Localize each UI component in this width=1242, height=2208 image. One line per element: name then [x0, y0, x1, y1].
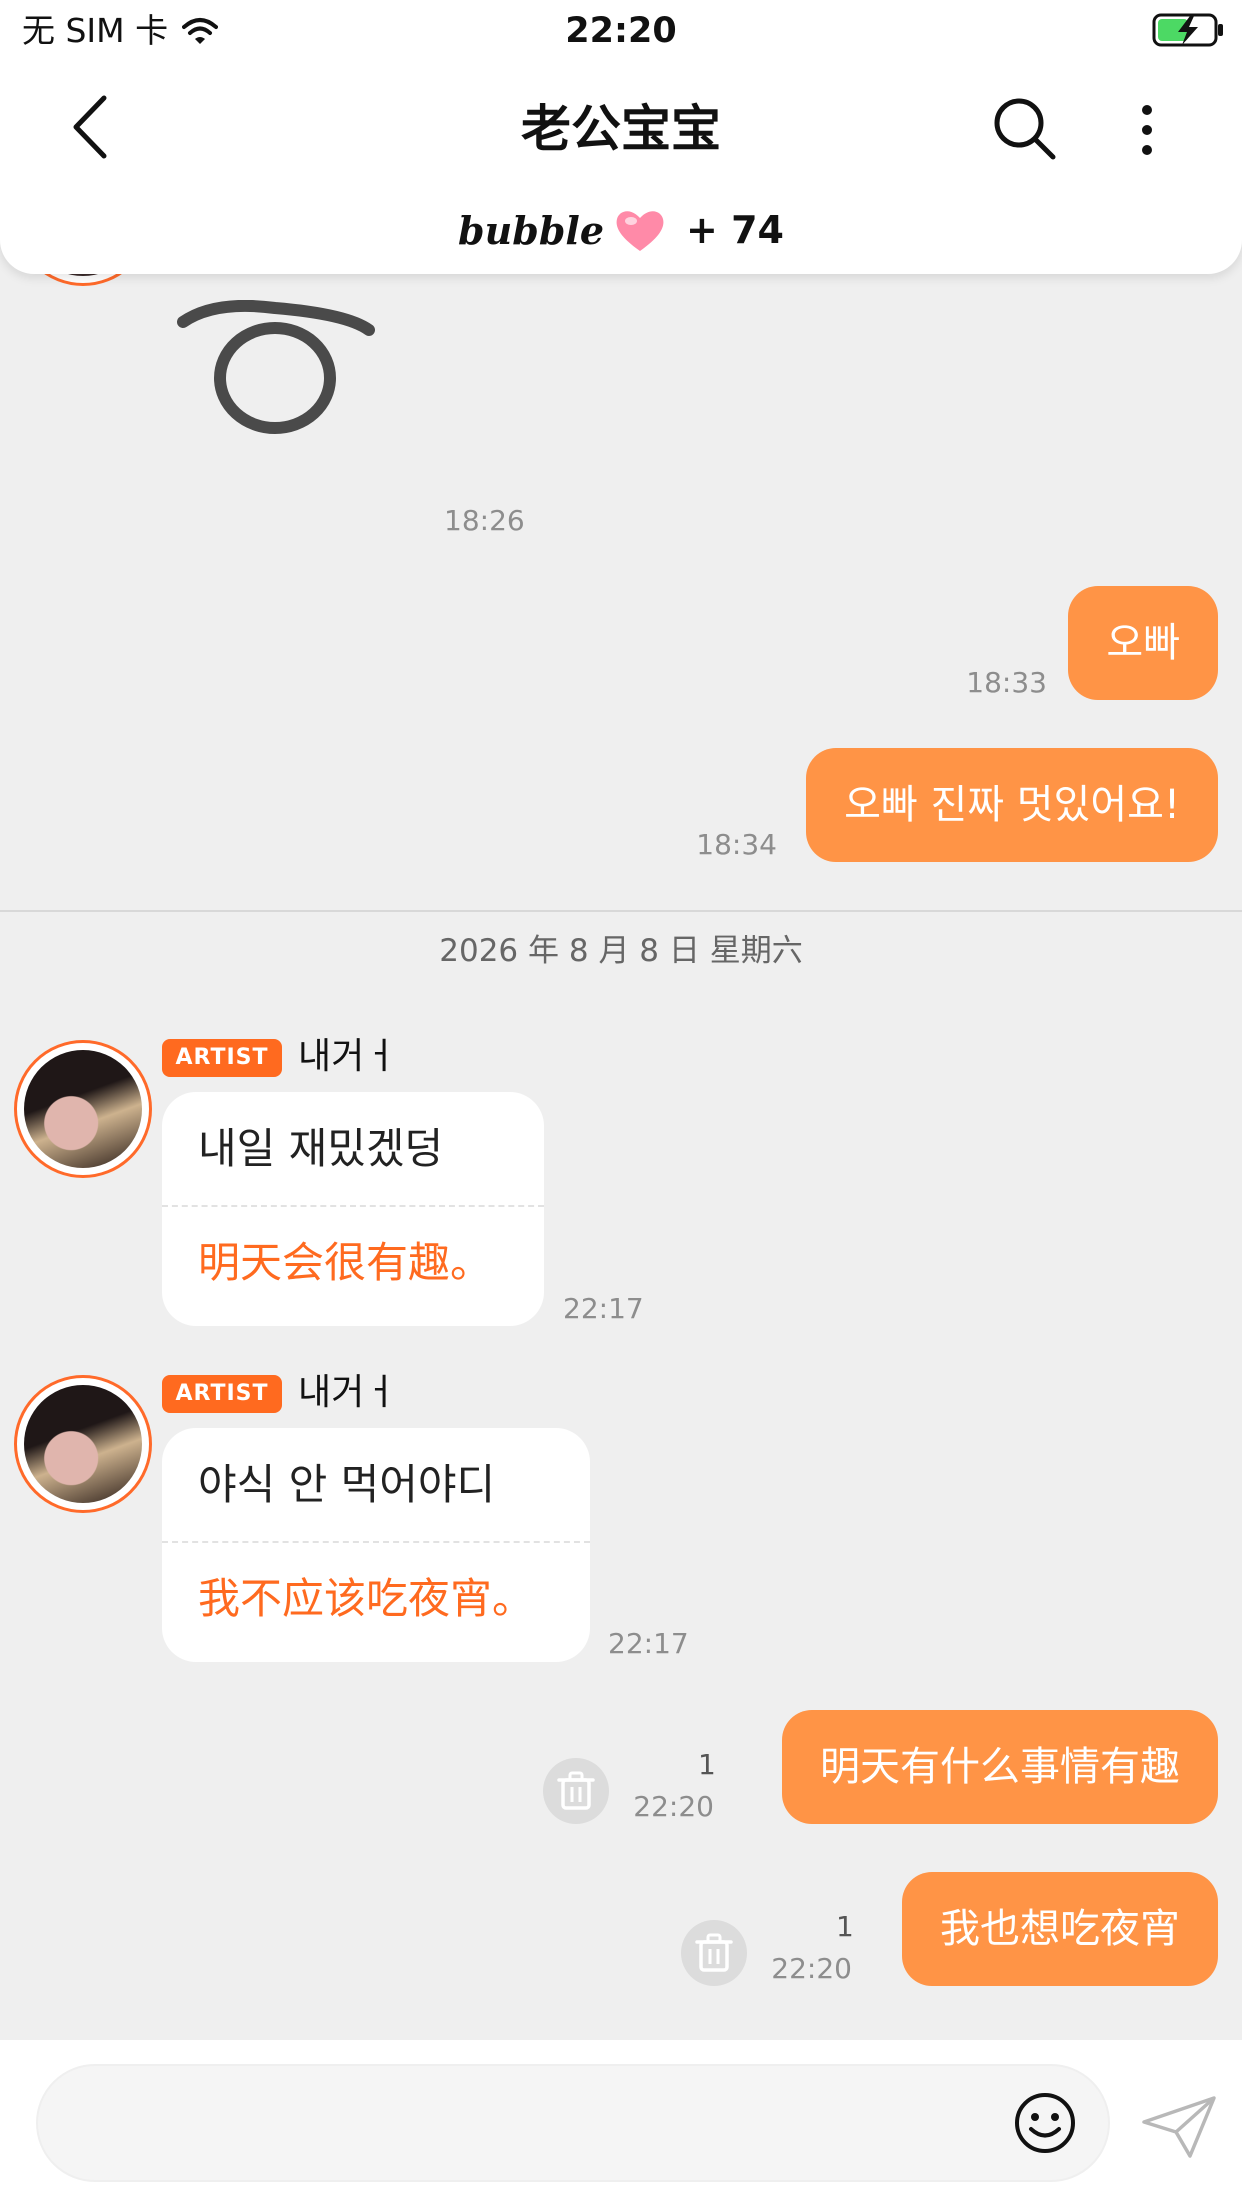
- message-translation-text: 我不应该吃夜宵。: [198, 1574, 535, 1623]
- message-time: 18:34: [696, 828, 777, 861]
- battery-charging-icon: [1152, 13, 1223, 47]
- delete-message-button[interactable]: [543, 1758, 609, 1824]
- chat-header: 老公宝宝 bubble + 74: [0, 62, 1242, 274]
- artist-avatar[interactable]: [14, 1040, 152, 1178]
- sender-name: 내거ㅓ: [298, 1372, 398, 1413]
- unread-count: 1: [698, 1748, 716, 1781]
- artist-badge: ARTIST: [162, 1039, 282, 1077]
- date-divider-label: 2026 年 8 月 8 日 星期六: [439, 933, 803, 969]
- avatar-photo: [24, 1385, 142, 1503]
- artist-badge: ARTIST: [162, 1375, 282, 1413]
- message-time: 22:17: [563, 1292, 644, 1325]
- message-time: 22:20: [633, 1790, 714, 1823]
- message-time: 22:17: [608, 1627, 689, 1660]
- sticker-image[interactable]: [175, 300, 375, 440]
- incoming-message[interactable]: 야식 안 먹어야디 我不应该吃夜宵。: [162, 1428, 590, 1662]
- status-bar: 无 SIM 卡 22:20: [0, 0, 1242, 62]
- message-original-text: 내일 재밌겠덩: [198, 1124, 444, 1173]
- translation-separator: [162, 1205, 544, 1207]
- outgoing-message[interactable]: 明天有什么事情有趣: [782, 1710, 1218, 1824]
- more-vertical-icon[interactable]: [1130, 100, 1164, 160]
- delete-message-button[interactable]: [681, 1920, 747, 1986]
- emoji-icon[interactable]: [1012, 2090, 1078, 2156]
- message-input[interactable]: [36, 2064, 1110, 2182]
- send-icon[interactable]: [1140, 2094, 1218, 2160]
- trash-icon: [557, 1771, 595, 1810]
- message-translation-text: 明天会很有趣。: [198, 1238, 493, 1287]
- unread-count: 1: [836, 1910, 854, 1943]
- status-time: 22:20: [565, 11, 677, 51]
- bubble-label: bubble: [458, 207, 604, 253]
- incoming-message[interactable]: 내일 재밌겠덩 明天会很有趣。: [162, 1092, 544, 1326]
- artist-avatar[interactable]: [14, 1375, 152, 1513]
- outgoing-message[interactable]: 오빠: [1068, 586, 1218, 700]
- message-time: 18:33: [966, 666, 1047, 699]
- bubble-counter[interactable]: bubble + 74: [0, 200, 1242, 260]
- message-time: 22:20: [771, 1952, 852, 1985]
- message-original-text: 야식 안 먹어야디: [198, 1460, 496, 1509]
- composer-bar: [0, 2040, 1242, 2208]
- translation-separator: [162, 1541, 590, 1543]
- chat-screen: 无 SIM 卡 22:20 老公宝宝 bubble + 74 18:26 18:…: [0, 0, 1242, 2208]
- outgoing-message[interactable]: 오빠 진짜 멋있어요!: [806, 748, 1218, 862]
- heart-icon: [616, 211, 664, 251]
- message-time: 18:26: [444, 504, 525, 537]
- search-icon[interactable]: [990, 94, 1060, 164]
- date-divider-line: [0, 910, 1242, 912]
- sender-name: 내거ㅓ: [298, 1036, 398, 1077]
- outgoing-message[interactable]: 我也想吃夜宵: [902, 1872, 1218, 1986]
- bubble-count: + 74: [686, 208, 784, 252]
- trash-icon: [695, 1933, 733, 1972]
- avatar-photo: [24, 1050, 142, 1168]
